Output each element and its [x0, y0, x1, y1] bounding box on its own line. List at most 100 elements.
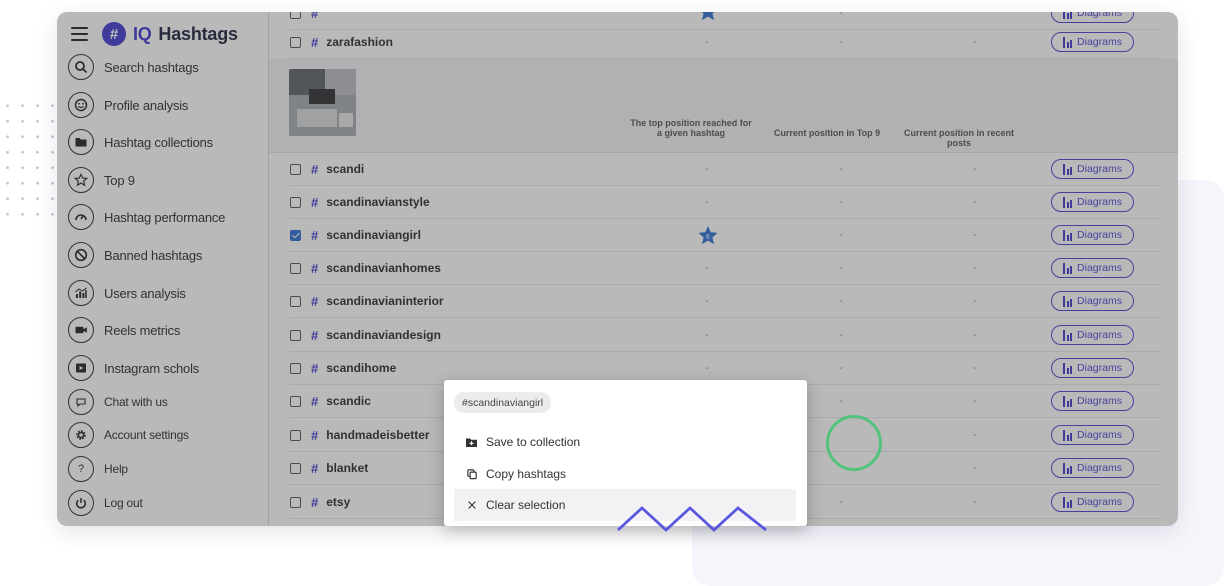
row-checkbox[interactable]: [290, 262, 301, 274]
row-checkbox[interactable]: [290, 229, 301, 241]
cell-recent-posts: -: [973, 429, 977, 441]
diagrams-button-label: Diagrams: [1077, 362, 1122, 374]
row-hashtag[interactable]: scandi: [326, 162, 626, 176]
star-badge-icon: 6: [698, 226, 718, 245]
row-checkbox[interactable]: [290, 295, 301, 307]
hash-icon: #: [311, 227, 319, 243]
row-checkbox[interactable]: [290, 12, 301, 19]
sidebar-item-hashtag-collections[interactable]: Hashtag collections: [68, 127, 213, 157]
hash-icon: #: [311, 460, 319, 476]
cell-recent-posts: -: [973, 395, 977, 407]
sidebar-item-profile-analysis[interactable]: Profile analysis: [68, 90, 188, 120]
menu-icon[interactable]: [71, 27, 88, 41]
save-to-collection-button[interactable]: Save to collection: [454, 426, 796, 458]
bar-chart-icon: [1063, 36, 1073, 48]
bar-chart-icon: [1063, 395, 1073, 407]
sidebar-item-chat-with-us[interactable]: Chat with us: [68, 387, 168, 417]
hash-icon: #: [311, 12, 319, 21]
sidebar-item-top-9[interactable]: Top 9: [68, 165, 135, 195]
table-row: # scandinaviandesign - - - Diagrams: [289, 319, 1160, 352]
row-hashtag[interactable]: scandinaviandesign: [326, 328, 626, 342]
diagrams-button-label: Diagrams: [1077, 462, 1122, 474]
post-thumbnail[interactable]: [289, 69, 356, 136]
row-hashtag[interactable]: scandinavianhomes: [326, 261, 626, 275]
diagrams-button[interactable]: Diagrams: [1051, 12, 1134, 23]
row-checkbox[interactable]: [290, 496, 301, 508]
dot-grid-decoration: [0, 98, 62, 216]
sidebar-item-label: Help: [104, 462, 128, 476]
sidebar-item-label: Search hashtags: [104, 59, 199, 75]
video-icon: [68, 317, 94, 343]
hash-icon: #: [311, 393, 319, 409]
row-hashtag[interactable]: scandinavianstyle: [326, 195, 626, 209]
star-badge-icon: [701, 12, 715, 21]
copy-hashtags-label: Copy hashtags: [486, 467, 567, 481]
sidebar-item-instagram-schols[interactable]: Instagram schols: [68, 353, 199, 383]
cell-current-top9: -: [839, 262, 843, 274]
selected-hashtag-chip[interactable]: #scandinaviangirl: [454, 392, 552, 413]
sidebar-item-search-hashtags[interactable]: Search hashtags: [68, 52, 199, 82]
row-checkbox[interactable]: [290, 462, 301, 474]
diagrams-button[interactable]: Diagrams: [1051, 492, 1134, 512]
table-row: # scandi - - - Diagrams: [289, 153, 1160, 186]
hash-icon: #: [311, 161, 319, 177]
cell-top-position: -: [705, 295, 709, 307]
sidebar-item-banned-hashtags[interactable]: Banned hashtags: [68, 240, 202, 270]
bar-chart-icon: [1063, 462, 1073, 474]
cell-top-position: -: [705, 36, 709, 48]
sidebar: # IQ Hashtags Search hashtags Profile an…: [57, 12, 269, 526]
diagrams-button[interactable]: Diagrams: [1051, 192, 1134, 212]
cell-current-top9: -: [839, 196, 843, 208]
sidebar-item-label: Banned hashtags: [104, 247, 203, 263]
sidebar-item-hashtag-performance[interactable]: Hashtag performance: [68, 202, 225, 232]
row-checkbox[interactable]: [290, 196, 301, 208]
sidebar-item-label: Instagram schols: [104, 360, 200, 376]
diagrams-button[interactable]: Diagrams: [1051, 325, 1134, 345]
cell-recent-posts: -: [973, 462, 977, 474]
row-checkbox[interactable]: [290, 395, 301, 407]
cell-top-position: -: [705, 196, 709, 208]
bar-chart-icon: [1063, 196, 1073, 208]
diagrams-button[interactable]: Diagrams: [1051, 391, 1134, 411]
row-checkbox[interactable]: [290, 163, 301, 175]
sidebar-item-label: Top 9: [104, 172, 135, 188]
sidebar-item-log-out[interactable]: Log out: [68, 488, 143, 518]
diagrams-button[interactable]: Diagrams: [1051, 358, 1134, 378]
cell-top-position: -: [705, 262, 709, 274]
diagrams-button[interactable]: Diagrams: [1051, 32, 1134, 52]
logo-text: IQ Hashtags: [133, 24, 238, 45]
diagrams-button[interactable]: Diagrams: [1051, 225, 1134, 245]
row-checkbox[interactable]: [290, 36, 301, 48]
diagrams-button[interactable]: Diagrams: [1051, 458, 1134, 478]
diagrams-button[interactable]: Diagrams: [1051, 258, 1134, 278]
gauge-icon: [68, 204, 94, 230]
row-hashtag[interactable]: zarafashion: [326, 35, 626, 49]
search-icon: [68, 54, 94, 80]
cell-current-top9: -: [839, 362, 843, 374]
diagrams-button-label: Diagrams: [1077, 496, 1122, 508]
copy-hashtags-button[interactable]: Copy hashtags: [454, 458, 796, 490]
row-checkbox[interactable]: [290, 429, 301, 441]
row-checkbox[interactable]: [290, 329, 301, 341]
row-checkbox[interactable]: [290, 362, 301, 374]
row-hashtag[interactable]: scandinavianinterior: [326, 294, 626, 308]
row-hashtag[interactable]: scandinaviangirl: [326, 228, 626, 242]
diagrams-button[interactable]: Diagrams: [1051, 425, 1134, 445]
row-hashtag[interactable]: scandihome: [326, 361, 626, 375]
diagrams-button[interactable]: Diagrams: [1051, 159, 1134, 179]
sidebar-item-help[interactable]: ? Help: [68, 454, 128, 484]
logo-brand: IQ: [133, 23, 152, 44]
bar-chart-icon: [1063, 229, 1073, 241]
question-icon: ?: [68, 456, 94, 482]
table-row: # scandinavianhomes - - - Diagrams: [289, 252, 1160, 285]
bar-chart-icon: [1063, 12, 1073, 19]
cell-top-position: -: [705, 362, 709, 374]
sidebar-item-reels-metrics[interactable]: Reels metrics: [68, 315, 180, 345]
sidebar-item-users-analysis[interactable]: Users analysis: [68, 278, 186, 308]
zigzag-decoration: [617, 506, 767, 532]
diagrams-button-label: Diagrams: [1077, 163, 1122, 175]
diagrams-button[interactable]: Diagrams: [1051, 291, 1134, 311]
cell-recent-posts: -: [973, 295, 977, 307]
diagrams-button-label: Diagrams: [1077, 196, 1122, 208]
sidebar-item-account-settings[interactable]: Account settings: [68, 420, 189, 450]
